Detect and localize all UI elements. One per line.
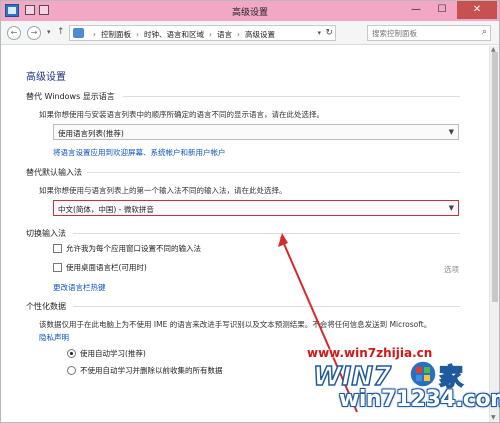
annotation-arrow-head (278, 233, 288, 247)
watermark-number-site: win71234.com (339, 387, 500, 412)
windows-logo-icon (409, 360, 437, 388)
advanced-settings-window: 高级设置 — ☐ ✕ ← → ▾ ↑ › 控制面板 › 时钟、语言和区域 › 语言 › 高级设… (0, 0, 500, 423)
watermark-url: www.win7zhijia.cn (307, 346, 433, 360)
